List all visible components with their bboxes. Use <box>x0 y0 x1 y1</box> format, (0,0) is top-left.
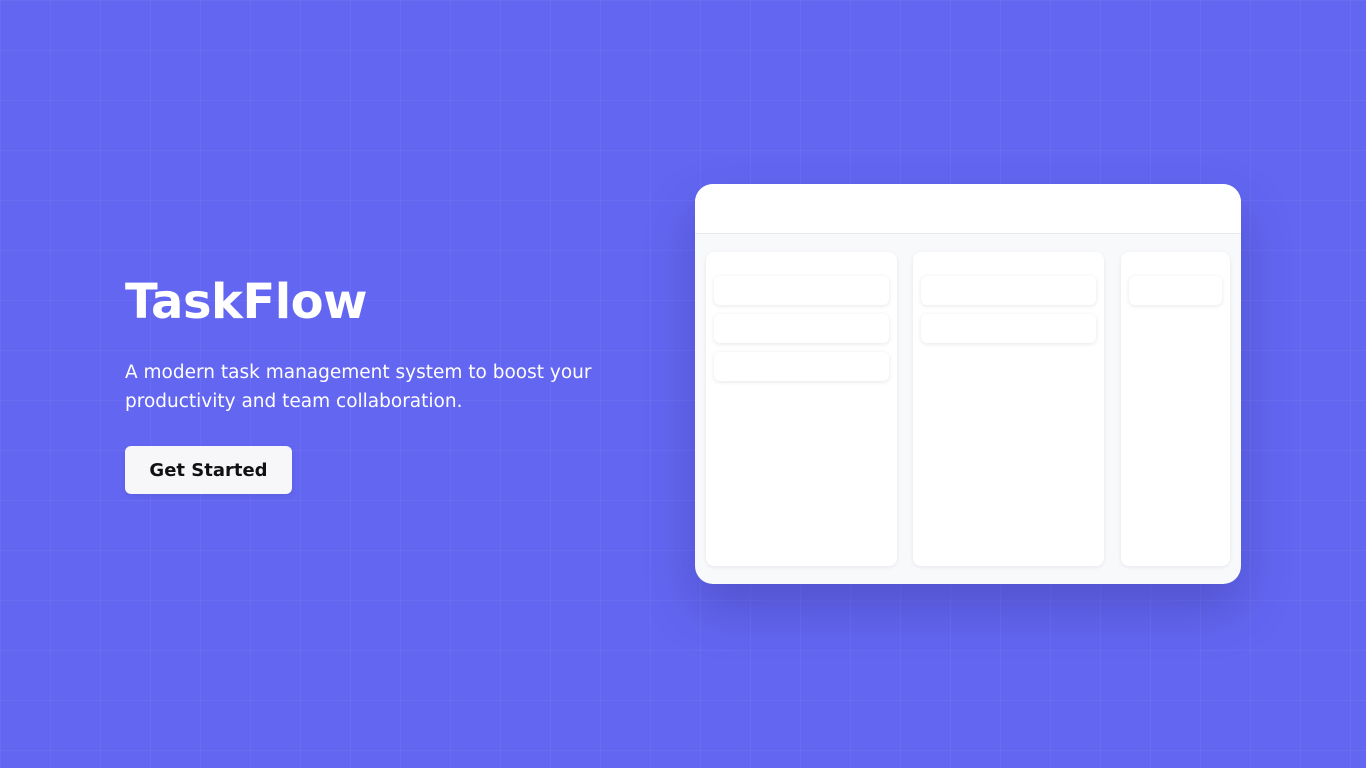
board-column <box>913 252 1104 566</box>
board-column <box>706 252 897 566</box>
board-column <box>1121 252 1230 566</box>
task-card <box>921 276 1096 305</box>
task-card <box>714 352 889 381</box>
task-card <box>1129 276 1222 305</box>
hero-title: TaskFlow <box>125 274 368 330</box>
get-started-button[interactable]: Get Started <box>125 446 292 494</box>
task-card <box>714 276 889 305</box>
app-preview-mockup <box>695 184 1241 584</box>
hero-subtitle: A modern task management system to boost… <box>125 362 592 412</box>
task-card <box>921 314 1096 343</box>
hero-section: TaskFlow A modern task management system… <box>125 274 625 416</box>
mockup-header-bar <box>695 184 1241 234</box>
task-card <box>714 314 889 343</box>
